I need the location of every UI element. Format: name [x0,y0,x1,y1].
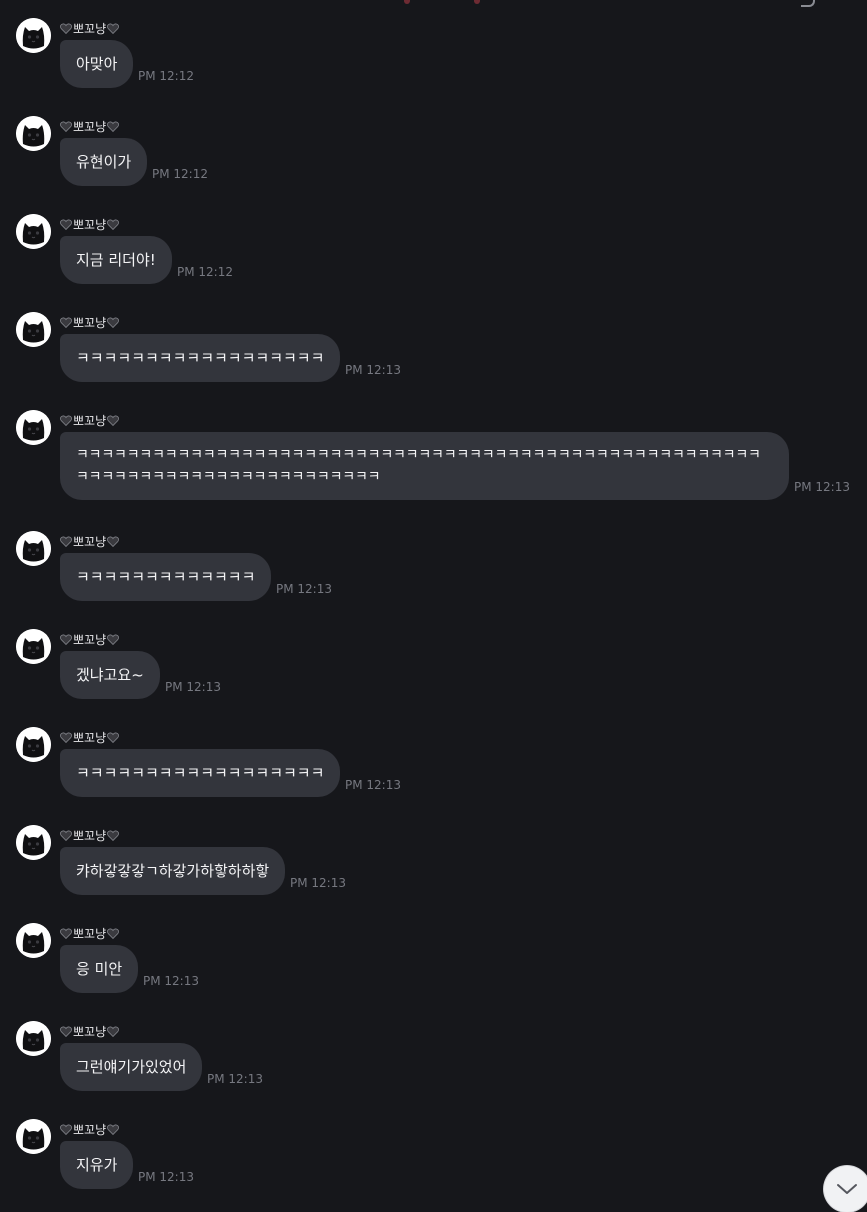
message-timestamp: PM 12:13 [345,363,401,377]
message-bubble[interactable]: 아맞아 [60,40,134,88]
black-heart-icon [60,1025,72,1037]
message-timestamp: PM 12:12 [152,167,208,181]
message-bubble[interactable]: 캬하갛갛갛ㄱ하갛가하핳하하핳 [60,847,286,895]
sender-name[interactable]: 뽀꼬냥 [60,630,120,648]
black-heart-icon [60,829,72,841]
sender-name[interactable]: 뽀꼬냥 [60,728,120,746]
black-heart-icon [60,535,72,547]
black-heart-icon [107,218,120,230]
black-cat-avatar-icon[interactable] [16,629,51,664]
message-timestamp: PM 12:13 [794,480,850,494]
sender-name-text: 뽀꼬냥 [73,632,107,647]
message-timestamp: PM 12:13 [345,778,401,792]
black-heart-icon [107,22,120,34]
message-timestamp: PM 12:13 [165,680,221,694]
message-bubble[interactable]: 그런얘기가있었어 [60,1043,203,1091]
black-heart-icon [60,22,72,34]
sender-name-text: 뽀꼬냥 [73,21,107,36]
black-heart-icon [107,316,120,328]
sender-name-text: 뽀꼬냥 [73,534,107,549]
message-timestamp: PM 12:12 [138,69,194,83]
sender-name[interactable]: 뽀꼬냥 [60,215,120,233]
sender-name-text: 뽀꼬냥 [73,1024,107,1039]
sender-name-text: 뽀꼬냥 [73,413,107,428]
black-cat-avatar-icon[interactable] [16,727,51,762]
sender-name-text: 뽀꼬냥 [73,926,107,941]
message-bubble[interactable]: 유현이가 [60,138,148,186]
sender-name-text: 뽀꼬냥 [73,828,107,843]
black-heart-icon [60,120,72,132]
black-heart-icon [107,633,120,645]
message-timestamp: PM 12:13 [290,876,346,890]
sender-name[interactable]: 뽀꼬냥 [60,826,120,844]
black-heart-icon [107,829,120,841]
message-bubble[interactable]: 겠냐고요~ [60,651,160,699]
message-timestamp: PM 12:12 [177,265,233,279]
black-cat-avatar-icon[interactable] [16,923,51,958]
sender-name[interactable]: 뽀꼬냥 [60,19,120,37]
sender-name[interactable]: 뽀꼬냥 [60,313,120,331]
black-heart-icon [60,316,72,328]
sender-name[interactable]: 뽀꼬냥 [60,117,120,135]
sender-name-text: 뽀꼬냥 [73,730,107,745]
sender-name-text: 뽀꼬냥 [73,315,107,330]
message-bubble[interactable]: ㅋㅋㅋㅋㅋㅋㅋㅋㅋㅋㅋㅋㅋㅋㅋㅋㅋㅋ [60,334,341,382]
black-cat-avatar-icon[interactable] [16,1021,51,1056]
black-heart-icon [107,1025,120,1037]
black-cat-avatar-icon[interactable] [16,18,51,53]
black-heart-icon [107,927,120,939]
scroll-to-bottom-button[interactable] [824,1166,867,1212]
black-heart-icon [107,414,120,426]
message-bubble[interactable]: ㅋㅋㅋㅋㅋㅋㅋㅋㅋㅋㅋㅋㅋㅋㅋㅋㅋㅋㅋㅋㅋㅋㅋㅋㅋㅋㅋㅋㅋㅋㅋㅋㅋㅋㅋㅋㅋㅋㅋㅋ… [60,432,789,500]
black-heart-icon [60,1123,72,1135]
sender-name[interactable]: 뽀꼬냥 [60,1120,120,1138]
black-cat-avatar-icon[interactable] [16,531,51,566]
black-heart-icon [60,633,72,645]
black-cat-avatar-icon[interactable] [16,116,51,151]
black-heart-icon [107,1123,120,1135]
message-bubble[interactable]: 응 미안 [60,945,139,993]
black-cat-avatar-icon[interactable] [16,214,51,249]
black-heart-icon [60,218,72,230]
sender-name[interactable]: 뽀꼬냥 [60,411,120,429]
sender-name[interactable]: 뽀꼬냥 [60,1022,120,1040]
black-heart-icon [107,120,120,132]
message-bubble[interactable]: ㅋㅋㅋㅋㅋㅋㅋㅋㅋㅋㅋㅋㅋ [60,553,272,601]
message-bubble[interactable]: 지금 리더야! [60,236,172,284]
black-heart-icon [60,414,72,426]
black-heart-icon [107,731,120,743]
sender-name-text: 뽀꼬냥 [73,1122,107,1137]
sender-name[interactable]: 뽀꼬냥 [60,924,120,942]
message-bubble[interactable]: ㅋㅋㅋㅋㅋㅋㅋㅋㅋㅋㅋㅋㅋㅋㅋㅋㅋㅋ [60,749,341,797]
black-heart-icon [107,535,120,547]
message-timestamp: PM 12:13 [138,1170,194,1184]
chat-message-list[interactable]: 뽀꼬냥 아맞아 PM 12:12 뽀꼬냥 유현이가 PM 12:12 뽀꼬냥 지… [0,0,867,1200]
black-heart-icon [60,731,72,743]
black-cat-avatar-icon[interactable] [16,410,51,445]
black-cat-avatar-icon[interactable] [16,825,51,860]
sender-name-text: 뽀꼬냥 [73,217,107,232]
message-timestamp: PM 12:13 [143,974,199,988]
sender-name-text: 뽀꼬냥 [73,119,107,134]
message-bubble[interactable]: 지유가 [60,1141,134,1189]
message-timestamp: PM 12:13 [276,582,332,596]
message-timestamp: PM 12:13 [207,1072,263,1086]
black-heart-icon [60,927,72,939]
sender-name[interactable]: 뽀꼬냥 [60,532,120,550]
chevron-down-icon [837,1184,857,1194]
black-cat-avatar-icon[interactable] [16,1119,51,1154]
black-cat-avatar-icon[interactable] [16,312,51,347]
